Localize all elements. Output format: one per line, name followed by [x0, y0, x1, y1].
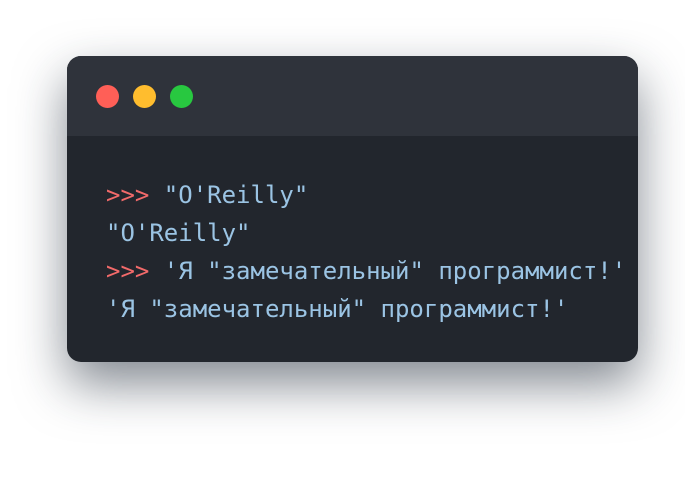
console-output-text: 'Я "замечательный" программист!': [106, 295, 569, 323]
close-window-icon[interactable]: [96, 85, 119, 108]
maximize-window-icon[interactable]: [170, 85, 193, 108]
console-input-text: "O'Reilly": [149, 181, 309, 209]
prompt-marker: >>>: [106, 181, 150, 209]
console-output: >>> "O'Reilly" "O'Reilly" >>> 'Я "замеча…: [106, 176, 628, 328]
console-line: 'Я "замечательный" программист!': [106, 290, 628, 328]
window-titlebar: [67, 56, 638, 136]
console-output-text: "O'Reilly": [106, 219, 251, 247]
console-line: >>> 'Я "замечательный" программист!': [106, 252, 628, 290]
console-line: "O'Reilly": [106, 214, 628, 252]
minimize-window-icon[interactable]: [133, 85, 156, 108]
code-window: >>> "O'Reilly" "O'Reilly" >>> 'Я "замеча…: [67, 56, 638, 362]
console-input-text: 'Я "замечательный" программист!': [149, 257, 627, 285]
prompt-marker: >>>: [106, 257, 150, 285]
console-line: >>> "O'Reilly": [106, 176, 628, 214]
